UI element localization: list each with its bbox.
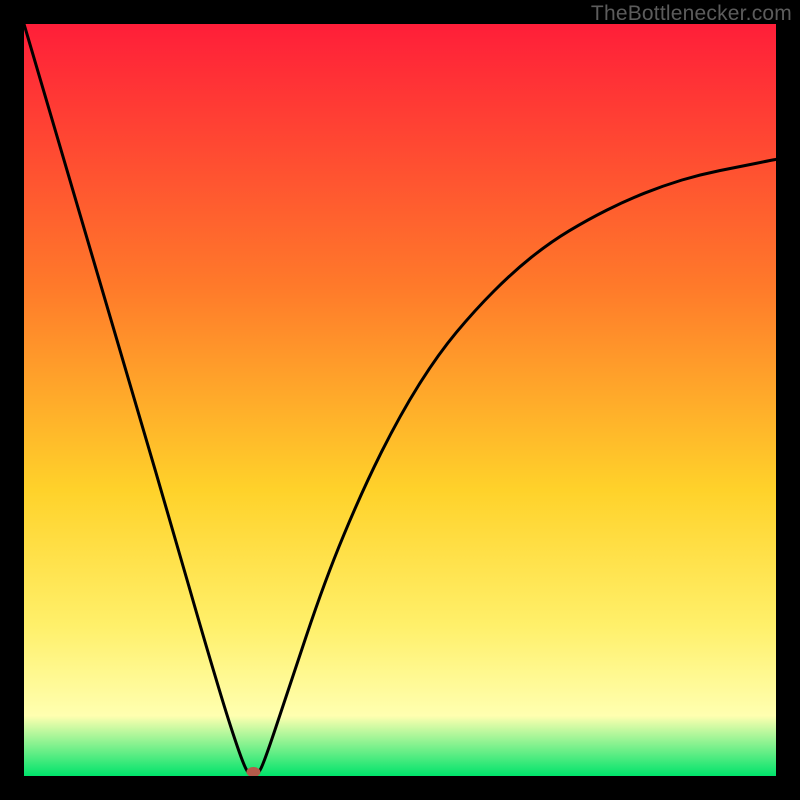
optimum-marker bbox=[246, 767, 260, 776]
chart-curve-layer bbox=[24, 24, 776, 776]
attribution-text: TheBottlenecker.com bbox=[591, 2, 792, 26]
chart-frame: TheBottlenecker.com bbox=[0, 0, 800, 800]
bottleneck-curve bbox=[24, 24, 776, 776]
plot-area bbox=[24, 24, 776, 776]
